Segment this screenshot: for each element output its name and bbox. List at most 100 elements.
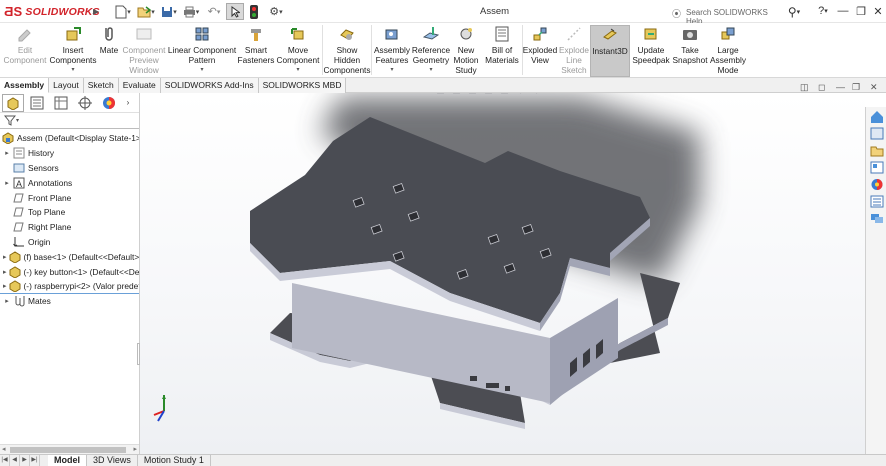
viewport-minimize-icon[interactable]: — [836, 82, 845, 92]
new-motion-study-button[interactable]: New Motion Study [451, 25, 481, 77]
mate-button[interactable]: Mate [97, 25, 121, 77]
tree-item-history[interactable]: ▸ History [0, 146, 139, 161]
tab-evaluate[interactable]: Evaluate [118, 78, 161, 93]
design-library-icon[interactable] [868, 126, 885, 141]
tree-item-origin[interactable]: Origin [0, 235, 139, 250]
tab-addins[interactable]: SOLIDWORKS Add-Ins [160, 78, 259, 93]
dimxpert-tab-icon[interactable] [74, 94, 96, 112]
assembly-features-button[interactable]: Assembly Features ▾ [372, 25, 412, 77]
tree-item-base[interactable]: ▸ (f) base<1> (Default<<Default>_Display… [0, 249, 139, 264]
reference-geometry-button[interactable]: Reference Geometry ▾ [411, 25, 451, 77]
large-assembly-mode-button[interactable]: Large Assembly Mode [708, 25, 748, 77]
apply-scene-icon[interactable]: ◐ [546, 93, 559, 96]
scroll-thumb[interactable] [10, 447, 126, 453]
custom-properties-icon[interactable] [868, 194, 885, 209]
property-manager-tab-icon[interactable] [26, 94, 48, 112]
search-input[interactable]: ⦿ Search SOLIDWORKS Help [668, 3, 780, 26]
expand-arrow-icon[interactable]: ▸ [3, 179, 11, 187]
scroll-left-icon[interactable]: ◂ [2, 445, 6, 453]
close-icon[interactable]: ✕ [869, 3, 886, 19]
restore-icon[interactable]: ❐ [852, 3, 870, 19]
section-view-icon[interactable]: ▣ [450, 93, 463, 96]
explode-line-sketch-button[interactable]: Explode Line Sketch [558, 25, 590, 77]
update-speedpak-button[interactable]: Update Speedpak [631, 25, 671, 77]
tab-sketch[interactable]: Sketch [83, 78, 119, 93]
tab-3d-views[interactable]: 3D Views [87, 455, 138, 466]
next-tab-icon[interactable]: ▶ [20, 455, 30, 466]
instant3d-button[interactable]: Instant3D [590, 25, 630, 77]
zoom-to-fit-icon[interactable]: ⌕ [402, 93, 415, 96]
viewport-close-icon[interactable]: ✕ [870, 82, 878, 93]
undo-icon[interactable]: ↶ ▾ [202, 3, 226, 20]
insert-components-button[interactable]: Insert Components ▾ [48, 25, 98, 77]
view-palette-icon[interactable] [868, 160, 885, 175]
select-icon[interactable] [226, 3, 244, 20]
feature-manager-tab-icon[interactable] [2, 93, 24, 112]
tree-item-key-button[interactable]: ▸ (-) key button<1> (Default<<Default>_D… [0, 264, 139, 279]
file-explorer-icon[interactable] [868, 143, 885, 158]
expand-arrow-icon[interactable]: ▸ [3, 282, 7, 290]
tree-horizontal-scrollbar[interactable]: ◂ ▸ [0, 444, 139, 454]
bill-of-materials-button[interactable]: Bill of Materials [482, 25, 522, 77]
scroll-right-icon[interactable]: ▸ [133, 445, 137, 453]
tab-motion-study[interactable]: Motion Study 1 [138, 455, 211, 466]
rebuild-icon[interactable] [244, 3, 264, 20]
appearances-icon[interactable] [868, 177, 885, 192]
previous-tab-icon[interactable]: ◀ [10, 455, 20, 466]
expand-arrow-icon[interactable]: ▸ [3, 297, 11, 305]
zoom-to-area-icon[interactable]: ⌕ [418, 93, 431, 96]
tree-item-mates[interactable]: ▸ Mates [0, 294, 139, 309]
tree-item-annotations[interactable]: ▸ A Annotations [0, 175, 139, 190]
viewport-maximize-icon[interactable]: ❐ [852, 82, 860, 93]
graphics-area[interactable]: ⌕ ⌕ ◫ ▣ ◰ ◧ ◩ ◉ ◍ ◐ ▭ [140, 93, 865, 454]
tab-assembly[interactable]: Assembly [0, 78, 50, 93]
tree-filter[interactable]: ▾ [0, 113, 139, 129]
tab-mbd[interactable]: SOLIDWORKS MBD [258, 78, 347, 93]
previous-view-icon[interactable]: ◫ [434, 93, 447, 96]
pane-more-icon[interactable]: › [122, 94, 134, 112]
tab-model[interactable]: Model [48, 455, 87, 466]
expand-arrow-icon[interactable]: ▸ [3, 268, 7, 276]
hide-show-items-icon[interactable]: ◉ [514, 93, 527, 96]
view-orientation-icon[interactable]: ◧ [482, 93, 495, 96]
smart-fasteners-button[interactable]: Smart Fasteners [237, 25, 275, 77]
solidworks-logo[interactable]: ƋS SOLIDWORKS [4, 4, 100, 19]
help-icon[interactable]: ? ▾ [814, 3, 832, 19]
edit-appearance-icon[interactable]: ◍ [530, 93, 543, 96]
home-icon[interactable] [868, 109, 885, 124]
linear-component-pattern-button[interactable]: Linear Component Pattern ▾ [167, 25, 237, 77]
move-component-button[interactable]: Move Component ▾ [275, 25, 321, 77]
open-file-icon[interactable]: ▾ [134, 3, 158, 20]
options-icon[interactable]: ⚙ ▾ [264, 3, 288, 20]
tree-item-top-plane[interactable]: Top Plane [0, 205, 139, 220]
last-tab-icon[interactable]: ▶| [30, 455, 40, 466]
exploded-view-button[interactable]: Exploded View [522, 25, 558, 77]
component-preview-window-button[interactable]: Component Preview Window [121, 25, 167, 77]
take-snapshot-button[interactable]: Take Snapshot [672, 25, 708, 77]
configuration-manager-tab-icon[interactable] [50, 94, 72, 112]
tree-item-front-plane[interactable]: Front Plane [0, 190, 139, 205]
tree-item-raspberrypi[interactable]: ▸ (-) raspberrypi<2> (Valor predetermina… [0, 279, 139, 294]
new-file-icon[interactable]: ▾ [112, 3, 134, 20]
print-icon[interactable]: ▾ [180, 3, 202, 20]
dynamic-annotation-icon[interactable]: ◰ [466, 93, 479, 96]
display-style-icon[interactable]: ◩ [498, 93, 511, 96]
tree-item-right-plane[interactable]: Right Plane [0, 220, 139, 235]
show-hidden-components-button[interactable]: Show Hidden Components [323, 25, 371, 77]
view-settings-icon[interactable]: ▭ [562, 93, 575, 96]
display-manager-tab-icon[interactable] [98, 94, 120, 112]
viewport-tile-icon[interactable]: ◻ [818, 82, 825, 93]
tab-layout[interactable]: Layout [49, 78, 84, 93]
search-icon[interactable]: ⚲ ▾ [780, 4, 808, 20]
forum-icon[interactable] [868, 211, 885, 226]
tree-item-assembly[interactable]: Assem (Default<Display State-1>) [0, 131, 139, 146]
menu-expand-icon[interactable]: ▶ [93, 5, 101, 18]
save-icon[interactable]: ▾ [158, 3, 180, 20]
expand-arrow-icon[interactable]: ▸ [3, 253, 7, 261]
first-tab-icon[interactable]: |◀ [0, 455, 10, 466]
edit-component-button[interactable]: Edit Component [2, 25, 48, 77]
minimize-icon[interactable]: — [834, 3, 852, 19]
tree-item-sensors[interactable]: Sensors [0, 161, 139, 176]
viewport-restore-icon[interactable]: ◫ [800, 82, 809, 93]
expand-arrow-icon[interactable]: ▸ [3, 149, 11, 157]
